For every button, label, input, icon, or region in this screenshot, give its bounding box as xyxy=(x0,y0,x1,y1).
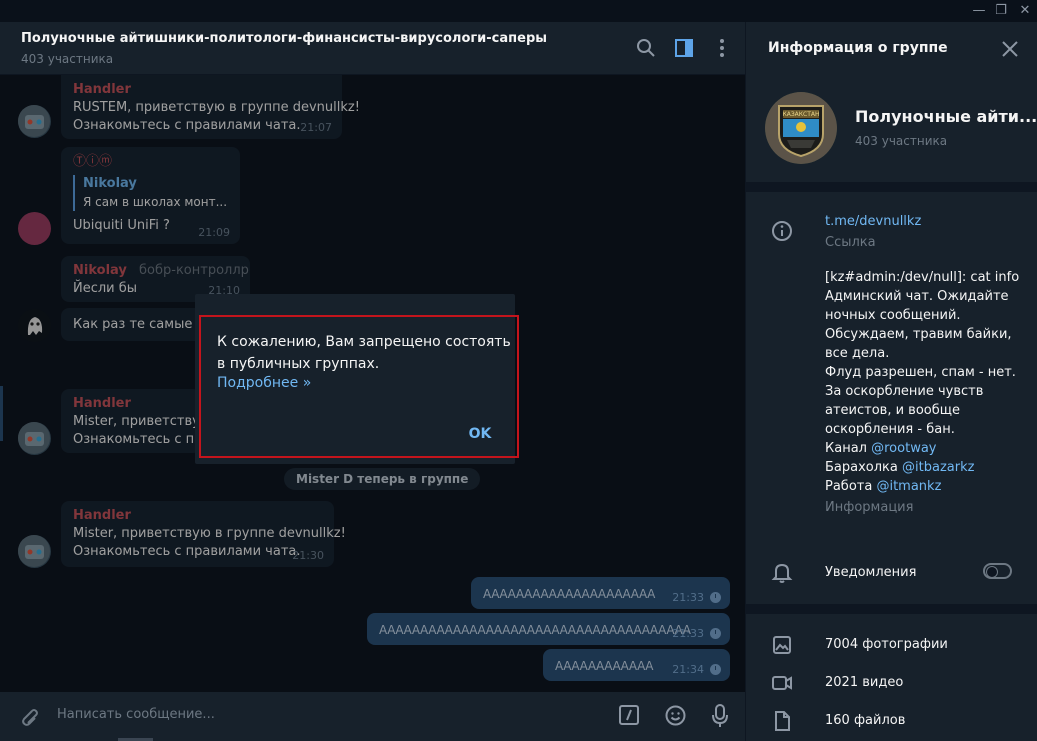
group-link[interactable]: t.me/devnullkz xyxy=(825,214,921,229)
photos-count[interactable]: 7004 фотографии xyxy=(825,637,948,652)
files-count[interactable]: 160 файлов xyxy=(825,713,905,728)
link-caption: Ссылка xyxy=(825,235,876,250)
maximize-button[interactable]: ❐ xyxy=(990,2,1012,20)
section-divider xyxy=(746,604,1037,614)
close-icon[interactable] xyxy=(1000,39,1020,59)
message-composer[interactable]: Написать сообщение... xyxy=(0,692,745,741)
group-members-count: 403 участника xyxy=(855,134,948,148)
chat-header[interactable]: Полуночные айтишники-политологи-финансис… xyxy=(0,22,745,75)
market-link[interactable]: @itbazarkz xyxy=(902,460,974,475)
bell-icon xyxy=(771,563,793,583)
photo-icon xyxy=(773,636,791,654)
notifications-toggle[interactable] xyxy=(983,563,1012,579)
channel-link[interactable]: @rootway xyxy=(871,441,936,456)
info-icon xyxy=(772,221,792,241)
window-titlebar: — ❐ ✕ xyxy=(0,0,1037,22)
file-icon xyxy=(775,711,790,731)
more-menu-icon[interactable] xyxy=(711,37,733,59)
emoji-icon[interactable] xyxy=(664,704,687,727)
paperclip-icon[interactable] xyxy=(16,705,40,729)
learn-more-link[interactable]: Подробнее » xyxy=(217,375,311,391)
group-name: Полуночные айти... xyxy=(855,107,1037,126)
chat-title: Полуночные айтишники-политологи-финансис… xyxy=(21,31,548,46)
sidebar-toggle-icon[interactable] xyxy=(673,37,695,59)
panel-title: Информация о группе xyxy=(768,40,948,56)
group-description: [kz#admin:/dev/null]: cat info Админский… xyxy=(825,270,1020,494)
minimize-button[interactable]: — xyxy=(968,2,990,20)
close-window-button[interactable]: ✕ xyxy=(1014,2,1036,20)
search-icon[interactable] xyxy=(635,37,657,59)
bot-commands-icon[interactable] xyxy=(618,704,640,726)
videos-count[interactable]: 2021 видео xyxy=(825,675,903,690)
microphone-icon[interactable] xyxy=(710,703,730,729)
group-avatar[interactable]: КАЗАКСТАН xyxy=(765,92,837,164)
video-icon xyxy=(772,676,792,690)
message-input[interactable]: Написать сообщение... xyxy=(57,707,215,722)
section-divider xyxy=(746,182,1037,192)
ok-button[interactable]: OK xyxy=(464,422,496,446)
chat-members-count: 403 участника xyxy=(21,52,114,66)
dialog-message: К сожалению, Вам запрещено состоять в пу… xyxy=(217,334,511,372)
work-link[interactable]: @itmankz xyxy=(876,479,941,494)
description-caption: Информация xyxy=(825,500,914,515)
notifications-label[interactable]: Уведомления xyxy=(825,565,916,580)
group-info-panel: Информация о группе КАЗАКСТАН Полуночные… xyxy=(746,22,1037,741)
avatar-text: КАЗАКСТАН xyxy=(782,111,819,118)
